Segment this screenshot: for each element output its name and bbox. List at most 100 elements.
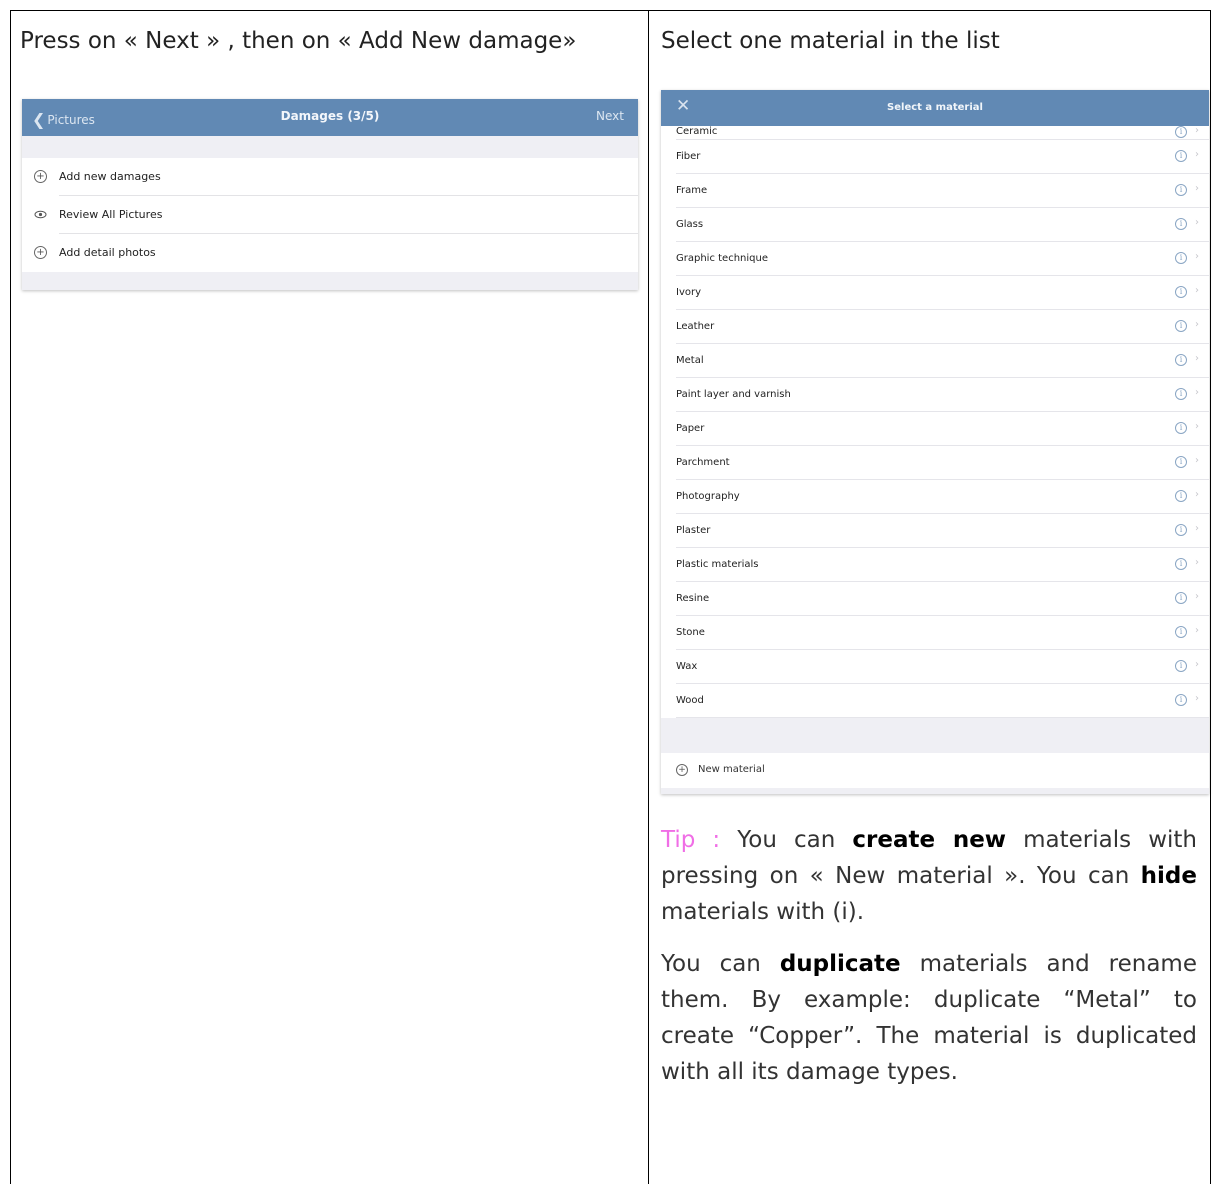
material-row[interactable]: Photography i › [661, 480, 1209, 514]
material-row[interactable]: Metal i › [661, 344, 1209, 378]
info-icon[interactable]: i [1175, 592, 1187, 604]
tip-emphasis-create-new: create new [852, 827, 1007, 853]
select-material-screenshot: ✕ Select a material Ceramic i › Fiber i › Fram… [661, 90, 1209, 794]
material-label: Photography [676, 491, 740, 502]
add-detail-photos-label: Add detail photos [59, 246, 156, 259]
material-row[interactable]: Plastic materials i › [661, 548, 1209, 582]
material-label: Paper [676, 423, 705, 434]
material-row[interactable]: Fiber i › [661, 140, 1209, 174]
material-row[interactable]: Graphic technique i › [661, 242, 1209, 276]
chevron-right-icon: › [1195, 319, 1199, 330]
info-icon[interactable]: i [1175, 126, 1187, 138]
info-icon[interactable]: i [1175, 184, 1187, 196]
material-label: Wood [676, 695, 704, 706]
info-icon[interactable]: i [1175, 150, 1187, 162]
info-icon[interactable]: i [1175, 456, 1187, 468]
damages-screenshot: ❮ Pictures Damages (3/5) Next + Add new d… [22, 99, 638, 290]
review-all-pictures-row[interactable]: Review All Pictures [22, 196, 638, 234]
select-material-title: Select a material [887, 102, 983, 113]
material-row[interactable]: Glass i › [661, 208, 1209, 242]
material-label: Parchment [676, 457, 730, 468]
chevron-right-icon: › [1195, 125, 1199, 136]
info-icon[interactable]: i [1175, 320, 1187, 332]
info-icon[interactable]: i [1175, 558, 1187, 570]
chevron-right-icon: › [1195, 455, 1199, 466]
material-row[interactable]: Frame i › [661, 174, 1209, 208]
tip-emphasis-hide: hide [1140, 863, 1197, 889]
material-list: Ceramic i › Fiber i › Frame i › Glass i › Graphic te… [661, 125, 1209, 718]
chevron-right-icon: › [1195, 251, 1199, 262]
chevron-right-icon: › [1195, 489, 1199, 500]
chevron-right-icon: › [1195, 693, 1199, 704]
material-label: Plastic materials [676, 559, 759, 570]
info-icon[interactable]: i [1175, 422, 1187, 434]
info-icon[interactable]: i [1175, 354, 1187, 366]
chevron-right-icon: › [1195, 523, 1199, 534]
tip-text: You can [720, 827, 853, 853]
info-icon[interactable]: i [1175, 490, 1187, 502]
material-label: Glass [676, 219, 704, 230]
chevron-right-icon: › [1195, 285, 1199, 296]
duplicate-text: You can [661, 951, 780, 977]
info-icon[interactable]: i [1175, 660, 1187, 672]
material-label: Ceramic [676, 126, 718, 137]
material-row[interactable]: Wood i › [661, 684, 1209, 718]
add-circle-icon: + [676, 764, 688, 776]
material-row[interactable]: Stone i › [661, 616, 1209, 650]
new-material-label: New material [698, 764, 765, 775]
add-circle-icon: + [34, 170, 47, 183]
add-new-damages-label: Add new damages [59, 170, 161, 183]
chevron-right-icon: › [1195, 183, 1199, 194]
chevron-right-icon: › [1195, 149, 1199, 160]
chevron-right-icon: › [1195, 557, 1199, 568]
review-all-pictures-label: Review All Pictures [59, 208, 163, 221]
tip-block: Tip : You can create new materials with … [661, 822, 1197, 1106]
info-icon[interactable]: i [1175, 252, 1187, 264]
left-cell-heading: Press on « Next » , then on « Add New da… [20, 28, 577, 54]
info-icon[interactable]: i [1175, 694, 1187, 706]
material-row[interactable]: Paint layer and varnish i › [661, 378, 1209, 412]
material-label: Paint layer and varnish [676, 389, 791, 400]
material-row[interactable]: Wax i › [661, 650, 1209, 684]
tip-text: materials with (i). [661, 899, 865, 925]
info-icon[interactable]: i [1175, 388, 1187, 400]
next-button[interactable]: Next [596, 109, 624, 123]
material-row[interactable]: Plaster i › [661, 514, 1209, 548]
new-material-row[interactable]: + New material [661, 753, 1209, 788]
material-label: Resine [676, 593, 710, 604]
material-label: Wax [676, 661, 698, 672]
material-row[interactable]: Leather i › [661, 310, 1209, 344]
tip-paragraph: Tip : You can create new materials with … [661, 822, 1197, 930]
material-label: Stone [676, 627, 705, 638]
add-circle-icon: + [34, 246, 47, 259]
material-row[interactable]: Ivory i › [661, 276, 1209, 310]
chevron-right-icon: › [1195, 625, 1199, 636]
chevron-right-icon: › [1195, 659, 1199, 670]
info-icon[interactable]: i [1175, 626, 1187, 638]
info-icon[interactable]: i [1175, 524, 1187, 536]
chevron-right-icon: › [1195, 591, 1199, 602]
damages-action-list: + Add new damages Review All Pictures + … [22, 158, 638, 272]
chevron-right-icon: › [1195, 217, 1199, 228]
material-label: Ivory [676, 287, 702, 298]
row-divider [676, 717, 1209, 718]
material-label: Graphic technique [676, 253, 768, 264]
material-label: Fiber [676, 151, 701, 162]
duplicate-paragraph: You can duplicate materials and rename t… [661, 946, 1197, 1090]
material-row[interactable]: Paper i › [661, 412, 1209, 446]
material-label: Frame [676, 185, 708, 196]
chevron-right-icon: › [1195, 387, 1199, 398]
damages-title: Damages (3/5) [280, 109, 380, 123]
material-row[interactable]: Resine i › [661, 582, 1209, 616]
material-row[interactable]: Ceramic i › [661, 125, 1209, 140]
material-row[interactable]: Parchment i › [661, 446, 1209, 480]
add-detail-photos-row[interactable]: + Add detail photos [22, 234, 638, 272]
select-material-nav-bar: ✕ Select a material [661, 90, 1209, 126]
info-icon[interactable]: i [1175, 286, 1187, 298]
add-new-damages-row[interactable]: + Add new damages [22, 158, 638, 196]
tip-label: Tip : [661, 827, 721, 853]
material-label: Plaster [676, 525, 711, 536]
chevron-right-icon: › [1195, 421, 1199, 432]
info-icon[interactable]: i [1175, 218, 1187, 230]
eye-icon [34, 208, 47, 221]
